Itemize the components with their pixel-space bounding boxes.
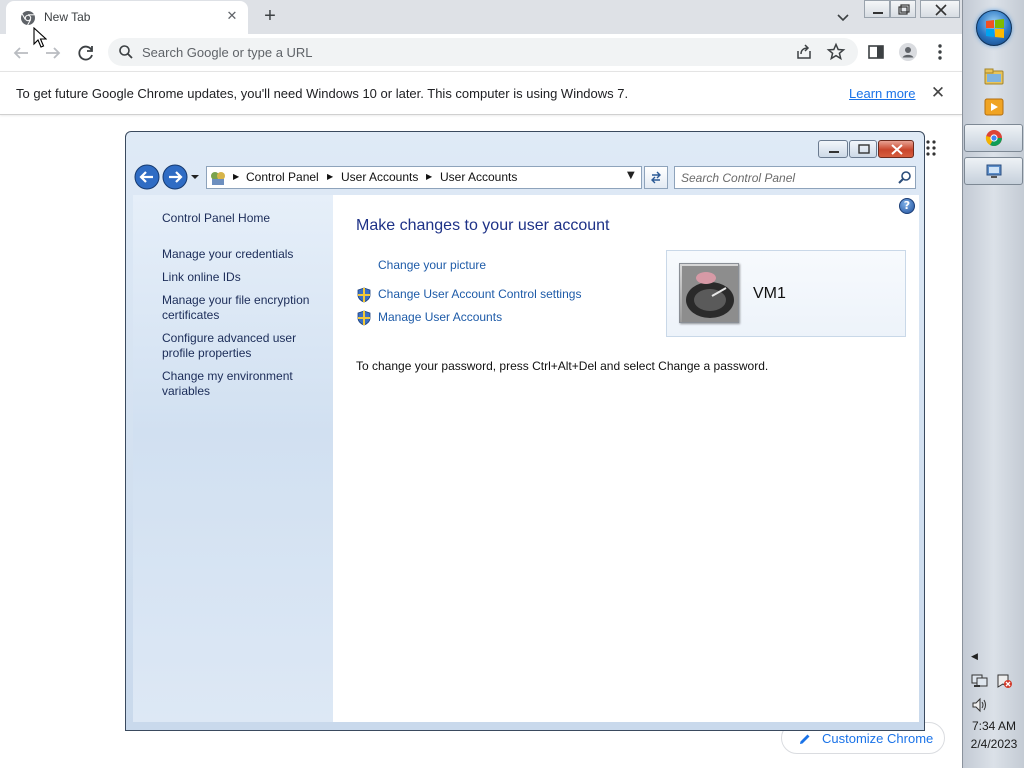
- clock-time[interactable]: 7:34 AM: [963, 719, 1024, 733]
- customize-chrome-label: Customize Chrome: [822, 731, 934, 746]
- clock-date[interactable]: 2/4/2023: [963, 737, 1024, 751]
- close-infobar-icon[interactable]: ✕: [928, 82, 948, 104]
- address-bar[interactable]: [108, 38, 858, 66]
- cp-back-forward: [134, 164, 204, 190]
- pencil-icon: [798, 731, 812, 745]
- tab-search-chevron-icon[interactable]: [834, 8, 852, 26]
- taskbar-chrome-button[interactable]: [964, 124, 1023, 152]
- file-encryption-certificates-link[interactable]: Manage your file encryption certificates: [162, 293, 322, 323]
- cp-search-box[interactable]: [674, 166, 916, 189]
- search-icon: [118, 44, 134, 60]
- minimize-button[interactable]: [864, 0, 890, 18]
- reload-button[interactable]: [73, 40, 99, 66]
- manage-user-accounts-link[interactable]: Manage User Accounts: [378, 310, 502, 324]
- page-title: Make changes to your user account: [356, 217, 610, 234]
- user-tile: VM1: [666, 250, 906, 337]
- chrome-icon: [985, 129, 1003, 147]
- advanced-profile-properties-link[interactable]: Configure advanced user profile properti…: [162, 331, 322, 361]
- control-panel-icon: [209, 169, 227, 187]
- cp-maximize-button[interactable]: [849, 140, 877, 158]
- avatar[interactable]: [679, 263, 739, 323]
- breadcrumb-user-accounts[interactable]: User Accounts: [341, 170, 418, 184]
- back-button[interactable]: [8, 40, 34, 66]
- refresh-button[interactable]: [644, 166, 668, 189]
- profile-icon[interactable]: [898, 42, 918, 62]
- window-controls: [864, 0, 960, 18]
- uac-shield-icon: [356, 310, 372, 326]
- share-icon[interactable]: [794, 42, 814, 62]
- breadcrumb[interactable]: ▶ Control Panel ▶ User Accounts ▶ User A…: [206, 166, 642, 189]
- control-panel-window: ▶ Control Panel ▶ User Accounts ▶ User A…: [125, 131, 925, 731]
- volume-icon[interactable]: [971, 697, 989, 713]
- action-center-icon[interactable]: [995, 673, 1013, 689]
- close-window-button[interactable]: [920, 0, 960, 18]
- close-tab-icon[interactable]: ✕: [224, 9, 240, 25]
- infobar-message: To get future Google Chrome updates, you…: [16, 86, 629, 101]
- taskbar: ◀ 7:34 AM 2/4/2023: [962, 0, 1024, 768]
- user-name: VM1: [753, 285, 786, 302]
- menu-kebab-icon[interactable]: [930, 42, 950, 62]
- new-tab-button[interactable]: +: [258, 5, 282, 29]
- cp-close-button[interactable]: [878, 140, 914, 158]
- cp-window-controls: [818, 140, 918, 160]
- mouse-cursor-icon: [33, 26, 48, 49]
- control-panel-icon: [985, 162, 1003, 180]
- side-panel-icon[interactable]: [866, 42, 886, 62]
- explorer-icon[interactable]: [983, 66, 1005, 88]
- show-hidden-icons-icon[interactable]: ◀: [971, 652, 978, 662]
- grip-dots-icon[interactable]: [926, 140, 936, 156]
- browser-toolbar: [0, 34, 962, 71]
- address-input[interactable]: [142, 42, 782, 62]
- bookmark-star-icon[interactable]: [826, 42, 846, 62]
- network-icon[interactable]: [971, 673, 989, 689]
- learn-more-link[interactable]: Learn more: [849, 86, 915, 101]
- taskbar-control-panel-button[interactable]: [964, 157, 1023, 185]
- help-icon[interactable]: ?: [899, 198, 915, 214]
- control-panel-home-link[interactable]: Control Panel Home: [162, 211, 322, 226]
- media-player-icon[interactable]: [983, 96, 1005, 118]
- restore-button[interactable]: [890, 0, 916, 18]
- tab-title: New Tab: [44, 10, 91, 24]
- cp-main-pane: ? Make changes to your user account Chan…: [333, 195, 919, 722]
- environment-variables-link[interactable]: Change my environment variables: [162, 369, 322, 399]
- tab-strip: New Tab ✕ +: [0, 0, 962, 34]
- breadcrumb-control-panel[interactable]: Control Panel: [246, 170, 319, 184]
- search-icon[interactable]: [897, 170, 913, 186]
- chrome-icon: [20, 10, 36, 26]
- cp-navigation-bar: ▶ Control Panel ▶ User Accounts ▶ User A…: [134, 164, 920, 192]
- breadcrumb-user-accounts-current[interactable]: User Accounts: [440, 170, 517, 184]
- manage-credentials-link[interactable]: Manage your credentials: [162, 247, 322, 262]
- cp-minimize-button[interactable]: [818, 140, 848, 158]
- link-online-ids-link[interactable]: Link online IDs: [162, 270, 322, 285]
- cp-search-input[interactable]: [681, 169, 886, 187]
- start-button[interactable]: [976, 10, 1012, 46]
- change-picture-link[interactable]: Change your picture: [378, 258, 486, 272]
- update-infobar: To get future Google Chrome updates, you…: [0, 71, 962, 115]
- cp-left-pane: Control Panel Home Manage your credentia…: [133, 195, 333, 722]
- uac-settings-link[interactable]: Change User Account Control settings: [378, 287, 581, 301]
- password-hint-text: To change your password, press Ctrl+Alt+…: [356, 359, 769, 373]
- uac-shield-icon: [356, 287, 372, 303]
- chevron-down-icon[interactable]: ▼: [627, 170, 635, 181]
